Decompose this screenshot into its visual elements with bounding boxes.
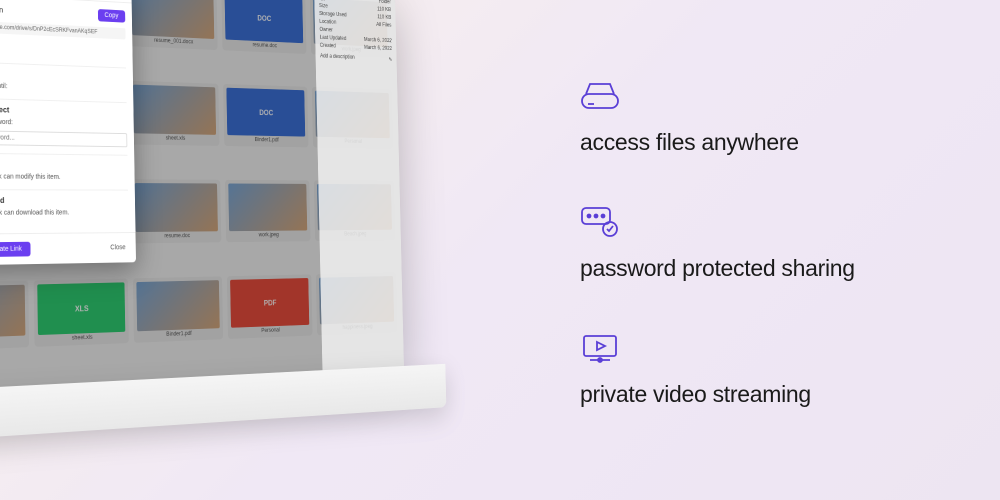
share-url[interactable]: https://app.prismdrive.com/drive/s/DnP2c… bbox=[0, 19, 126, 39]
file-tile[interactable]: DOCresume.doc bbox=[221, 0, 306, 54]
feature-text: access files anywhere bbox=[580, 129, 960, 156]
video-icon bbox=[580, 332, 960, 369]
file-tile[interactable]: Mountain.jpeg bbox=[0, 281, 29, 352]
detail-location-value: All Files bbox=[376, 22, 391, 28]
feature-list: access files anywhere password protected … bbox=[580, 80, 960, 458]
detail-updated-label: Last Updated bbox=[320, 35, 347, 42]
detail-size-value: 110 KB bbox=[377, 7, 391, 13]
detail-description-placeholder[interactable]: Add a description bbox=[320, 54, 355, 62]
detail-storage-value: 110 KB bbox=[377, 15, 391, 21]
file-tile[interactable]: PDFPersonal bbox=[227, 274, 313, 339]
feature-text: private video streaming bbox=[580, 381, 960, 408]
editing-title: Allow editing bbox=[0, 159, 128, 169]
download-checkbox[interactable]: Users with link can download this item. bbox=[0, 208, 128, 217]
feature-item: private video streaming bbox=[580, 332, 960, 408]
shareable-link-dialog: Shareable link 🔗 ⚙ Link sharing is on Co… bbox=[0, 0, 136, 266]
file-tile[interactable]: XLSsheet.xls bbox=[34, 278, 129, 346]
download-title: Allow download bbox=[0, 196, 128, 205]
detail-created-label: Created bbox=[320, 43, 336, 49]
file-details-panel: Type Folder Size 110 KB Storage Used 110 KB… bbox=[314, 0, 404, 370]
detail-storage-label: Storage Used bbox=[319, 11, 346, 18]
computer-monitor: Personalhappiness.jpegresume_001.docxDOC… bbox=[0, 0, 405, 441]
password-icon bbox=[580, 206, 960, 243]
file-name: Binder1.pdf bbox=[166, 331, 191, 338]
file-tile[interactable]: sheet.xls bbox=[130, 81, 220, 146]
file-name: sheet.xls bbox=[166, 136, 186, 142]
file-tile[interactable]: Binder1.pdf bbox=[133, 276, 223, 342]
detail-created-value: March 6, 2022 bbox=[364, 45, 392, 52]
file-tile[interactable]: resume_001.docx bbox=[128, 0, 218, 50]
screen: Personalhappiness.jpegresume_001.docxDOC… bbox=[0, 0, 404, 391]
feature-text: password protected sharing bbox=[580, 255, 960, 282]
feature-item: access files anywhere bbox=[580, 80, 960, 156]
file-name: work.jpeg bbox=[259, 233, 279, 239]
detail-type-label: Type bbox=[319, 0, 329, 1]
detail-owner-label: Owner bbox=[319, 27, 332, 33]
expiration-title: Link expiration bbox=[0, 68, 126, 83]
copy-button[interactable]: Copy bbox=[98, 9, 126, 23]
feature-item: password protected sharing bbox=[580, 206, 960, 282]
file-name: resume_001.docx bbox=[154, 38, 193, 45]
expiration-checkbox[interactable]: Link is valid until: bbox=[0, 80, 126, 94]
file-name: resume.doc bbox=[253, 43, 277, 50]
password-title: Password Protect bbox=[0, 104, 127, 117]
password-checkbox[interactable]: Require password: bbox=[0, 117, 127, 130]
detail-updated-value: March 6, 2022 bbox=[364, 37, 392, 44]
password-input[interactable] bbox=[0, 130, 127, 148]
detail-location-label: Location bbox=[319, 19, 336, 25]
update-link-button[interactable]: Update Link bbox=[0, 242, 31, 257]
detail-type-value: Folder bbox=[379, 0, 391, 5]
close-button[interactable]: Close bbox=[107, 241, 129, 256]
edit-icon[interactable]: ✎ bbox=[389, 57, 393, 63]
file-tile[interactable]: resume.doc bbox=[131, 179, 221, 243]
editing-checkbox[interactable]: Users with link can modify this item. bbox=[0, 172, 128, 182]
sharing-status: Link sharing is on bbox=[0, 3, 94, 19]
file-name: resume.doc bbox=[164, 233, 190, 239]
file-tile[interactable]: work.jpeg bbox=[225, 180, 311, 242]
file-tile[interactable]: DOCBinder1.pdf bbox=[223, 84, 308, 147]
drive-icon bbox=[580, 80, 960, 117]
file-name: Personal bbox=[261, 328, 280, 334]
detail-size-label: Size bbox=[319, 3, 328, 9]
file-name: Binder1.pdf bbox=[255, 137, 279, 143]
file-name: sheet.xls bbox=[72, 335, 93, 342]
